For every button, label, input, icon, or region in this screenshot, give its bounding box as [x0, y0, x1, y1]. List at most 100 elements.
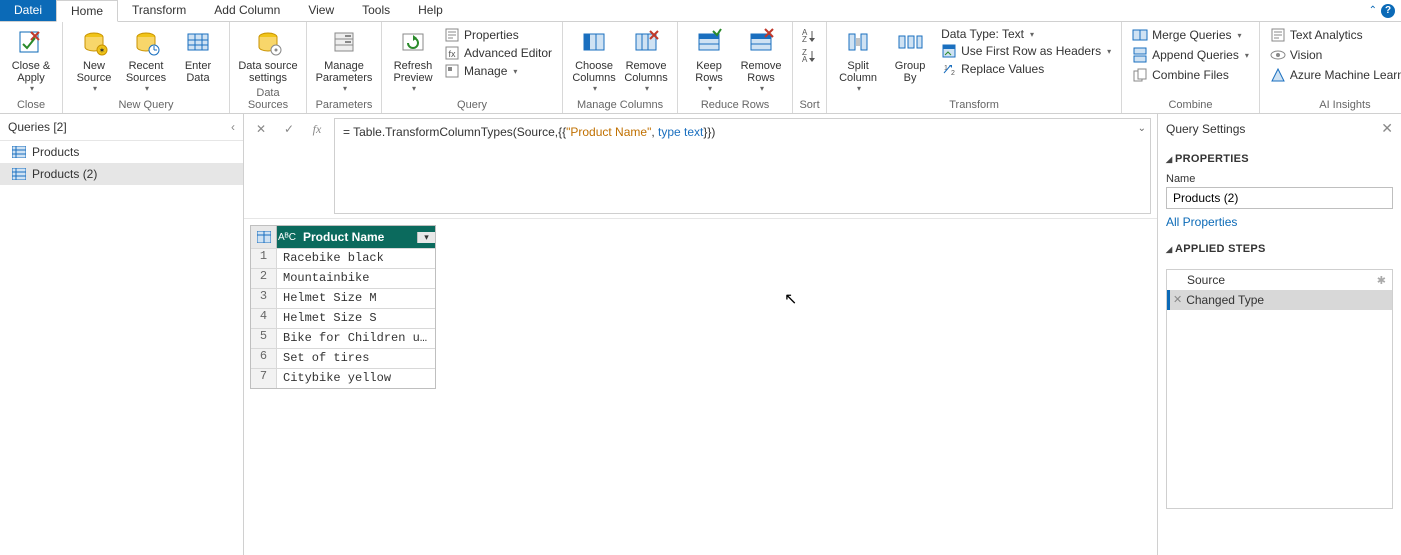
formula-expand-icon[interactable]: ⌄	[1138, 123, 1146, 134]
step-changed-type[interactable]: ✕ Changed Type	[1167, 290, 1392, 310]
cell[interactable]: Mountainbike	[277, 269, 435, 288]
refresh-preview-button[interactable]: Refresh Preview	[388, 24, 438, 93]
data-source-settings-button[interactable]: Data source settings	[236, 24, 300, 84]
group-by-button[interactable]: Group By	[885, 24, 935, 84]
sort-desc-button[interactable]: ZA	[799, 48, 817, 62]
query-item-products-2[interactable]: Products (2)	[0, 163, 243, 185]
first-row-headers-button[interactable]: Use First Row as Headers	[937, 42, 1115, 60]
queries-pane: Queries [2] ‹ Products Products (2)	[0, 114, 244, 555]
choose-columns-icon	[578, 26, 610, 58]
group-combine-label: Combine	[1128, 98, 1253, 113]
advanced-editor-button[interactable]: fxAdvanced Editor	[440, 44, 556, 62]
cell[interactable]: Helmet Size S	[277, 309, 435, 328]
combine-files-button[interactable]: Combine Files	[1128, 66, 1233, 84]
formula-bar[interactable]: = Table.TransformColumnTypes(Source,{{"P…	[334, 118, 1151, 214]
remove-rows-button[interactable]: Remove Rows	[736, 24, 786, 93]
all-properties-link[interactable]: All Properties	[1166, 209, 1393, 229]
table-row[interactable]: 6Set of tires	[251, 348, 435, 368]
azure-ml-button[interactable]: Azure Machine Learning	[1266, 66, 1401, 84]
column-filter-icon[interactable]: ▾	[417, 232, 435, 243]
query-name-input[interactable]	[1166, 187, 1393, 209]
keep-rows-icon	[693, 26, 725, 58]
remove-columns-button[interactable]: Remove Columns	[621, 24, 671, 93]
table-icon	[12, 146, 26, 158]
collapse-queries-icon[interactable]: ‹	[231, 120, 235, 134]
close-settings-icon[interactable]: ✕	[1381, 120, 1393, 137]
tab-add-column[interactable]: Add Column	[200, 0, 294, 21]
table-row[interactable]: 1Racebike black	[251, 248, 435, 268]
column-header[interactable]: Product Name	[297, 230, 417, 244]
grid-select-all[interactable]	[251, 226, 277, 248]
tab-transform[interactable]: Transform	[118, 0, 200, 21]
split-column-button[interactable]: Split Column	[833, 24, 883, 93]
text-analytics-icon	[1270, 27, 1286, 43]
remove-rows-icon	[745, 26, 777, 58]
cell[interactable]: Set of tires	[277, 349, 435, 368]
remove-columns-icon	[630, 26, 662, 58]
applied-steps-heading[interactable]: APPLIED STEPS	[1166, 237, 1393, 261]
new-source-button[interactable]: ✶ New Source	[69, 24, 119, 93]
formula-fx-button[interactable]: fx	[306, 118, 328, 140]
table-row[interactable]: 7Citybike yellow	[251, 368, 435, 388]
manage-query-button[interactable]: Manage	[440, 62, 556, 80]
step-label: Source	[1187, 273, 1225, 287]
table-row[interactable]: 5Bike for Children up…	[251, 328, 435, 348]
split-column-icon	[842, 26, 874, 58]
group-query-label: Query	[388, 98, 556, 113]
properties-button[interactable]: Properties	[440, 26, 556, 44]
enter-data-button[interactable]: Enter Data	[173, 24, 223, 84]
cell[interactable]: Bike for Children up…	[277, 329, 435, 348]
tab-tools[interactable]: Tools	[348, 0, 404, 21]
vision-button[interactable]: Vision	[1266, 46, 1326, 64]
recent-sources-icon	[130, 26, 162, 58]
row-number: 3	[251, 289, 277, 308]
table-row[interactable]: 3Helmet Size M	[251, 288, 435, 308]
merge-queries-button[interactable]: Merge Queries	[1128, 26, 1245, 44]
tab-help[interactable]: Help	[404, 0, 457, 21]
data-source-settings-icon	[252, 26, 284, 58]
keep-rows-button[interactable]: Keep Rows	[684, 24, 734, 93]
table-row[interactable]: 2Mountainbike	[251, 268, 435, 288]
column-type-icon[interactable]: AᴮC	[277, 232, 297, 243]
enter-data-icon	[182, 26, 214, 58]
recent-sources-button[interactable]: Recent Sources	[121, 24, 171, 93]
gear-icon[interactable]: ✱	[1377, 274, 1386, 287]
tab-view[interactable]: View	[294, 0, 348, 21]
cell[interactable]: Racebike black	[277, 249, 435, 268]
data-grid[interactable]: AᴮC Product Name ▾ 1Racebike black2Mount…	[250, 225, 436, 389]
choose-columns-button[interactable]: Choose Columns	[569, 24, 619, 93]
formula-cancel-button[interactable]: ✕	[250, 118, 272, 140]
settings-title: Query Settings	[1166, 122, 1381, 136]
tab-datei[interactable]: Datei	[0, 0, 56, 21]
data-type-button[interactable]: Data Type: Text	[937, 26, 1115, 42]
group-by-icon	[894, 26, 926, 58]
help-icon[interactable]: ?	[1381, 4, 1395, 18]
append-queries-button[interactable]: Append Queries	[1128, 46, 1253, 64]
group-ai-label: AI Insights	[1266, 98, 1401, 113]
refresh-preview-icon	[397, 26, 429, 58]
cell[interactable]: Citybike yellow	[277, 369, 435, 388]
close-apply-button[interactable]: Close & Apply	[6, 24, 56, 93]
group-newquery-label: New Query	[69, 98, 223, 113]
query-item-products[interactable]: Products	[0, 141, 243, 163]
manage-parameters-button[interactable]: Manage Parameters	[313, 24, 375, 93]
group-managecols-label: Manage Columns	[569, 98, 671, 113]
query-item-label: Products	[32, 145, 79, 159]
text-analytics-button[interactable]: Text Analytics	[1266, 26, 1367, 44]
row-number: 2	[251, 269, 277, 288]
tab-home[interactable]: Home	[56, 0, 118, 22]
cell[interactable]: Helmet Size M	[277, 289, 435, 308]
properties-icon	[444, 27, 460, 43]
table-row[interactable]: 4Helmet Size S	[251, 308, 435, 328]
sort-asc-button[interactable]: AZ	[799, 28, 817, 42]
properties-heading[interactable]: PROPERTIES	[1166, 147, 1393, 171]
step-source[interactable]: Source ✱	[1167, 270, 1392, 290]
ribbon-collapse-icon[interactable]: ⌃	[1369, 5, 1377, 16]
formula-commit-button[interactable]: ✓	[278, 118, 300, 140]
group-transform-label: Transform	[833, 98, 1115, 113]
row-number: 6	[251, 349, 277, 368]
azure-ml-icon	[1270, 67, 1286, 83]
queries-pane-title: Queries [2]	[8, 120, 231, 134]
delete-step-icon[interactable]: ✕	[1173, 293, 1182, 307]
replace-values-button[interactable]: 12Replace Values	[937, 60, 1115, 78]
